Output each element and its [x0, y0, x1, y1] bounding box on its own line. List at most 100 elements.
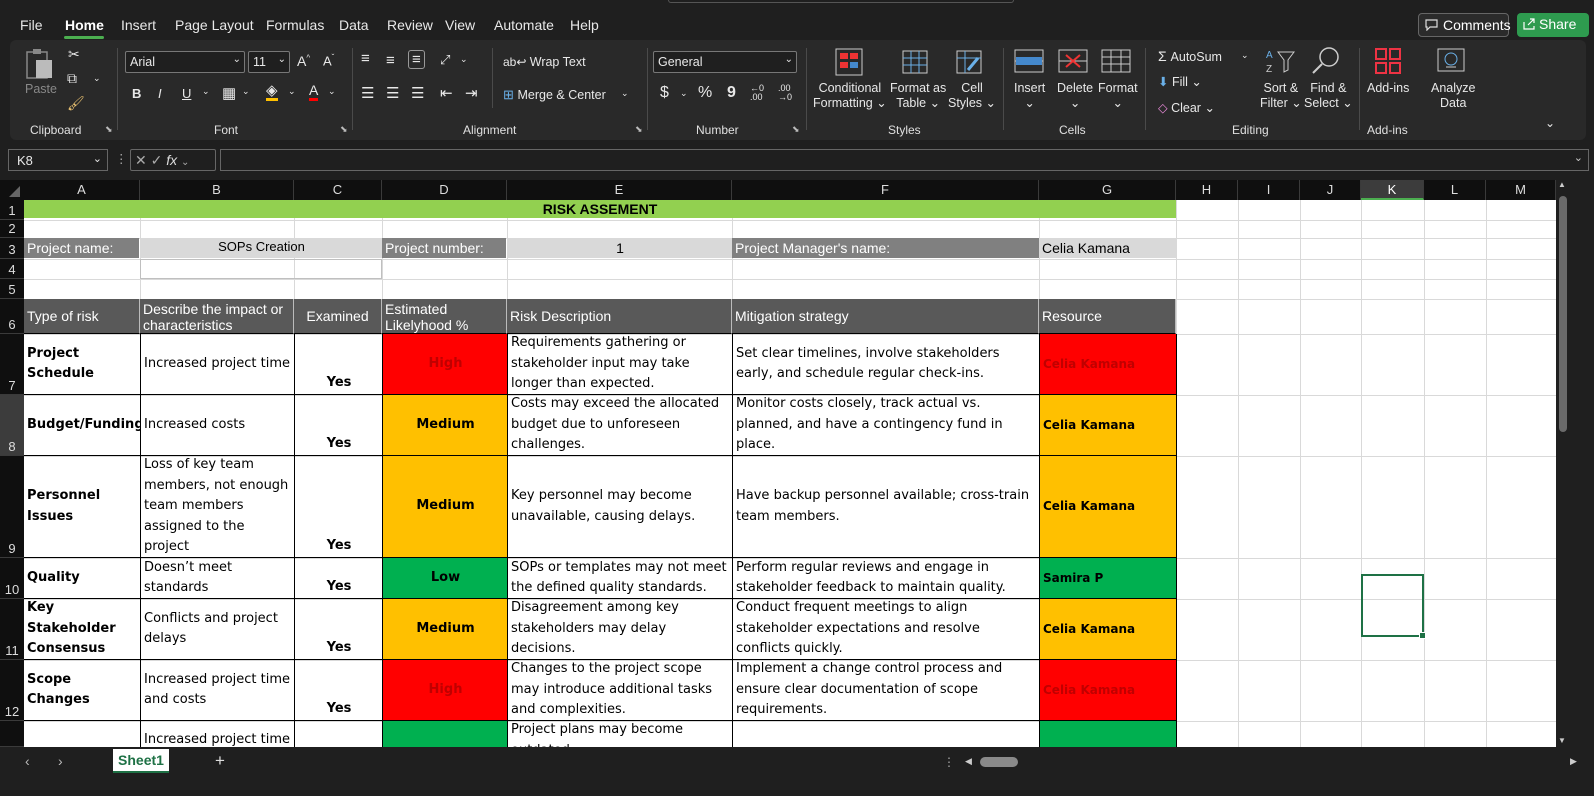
decrease-decimal-icon[interactable]: .00 →0 [778, 84, 792, 102]
project-number-label[interactable]: Project number: [382, 238, 506, 258]
clipboard-launcher-icon[interactable]: ⬊ [105, 124, 113, 135]
project-name-label[interactable]: Project name: [24, 238, 139, 258]
risk-examined-cell[interactable]: Yes [294, 660, 383, 721]
scroll-down-icon[interactable]: ▼ [1558, 736, 1566, 745]
risk-likelihood-cell[interactable]: High [382, 660, 508, 721]
risk-examined-cell[interactable]: Yes [294, 558, 383, 599]
risk-description-cell[interactable]: Changes to the project scope may introdu… [507, 660, 733, 721]
tab-file[interactable]: File [20, 17, 43, 33]
underline-icon[interactable]: U [182, 86, 191, 101]
column-header-b[interactable]: B [140, 180, 294, 200]
tab-review[interactable]: Review [387, 17, 433, 33]
column-header-m[interactable]: M [1486, 180, 1556, 200]
format-as-table-button[interactable]: Format as Table ⌄ [890, 81, 946, 111]
horizontal-scroll-thumb[interactable] [980, 757, 1018, 767]
column-header-k[interactable]: K [1361, 180, 1424, 200]
row-header-2[interactable]: 2 [0, 220, 24, 238]
scroll-left-icon[interactable]: ◀ [965, 756, 972, 767]
risk-resource-cell[interactable]: Celia Kamana [1039, 456, 1177, 558]
risk-impact-cell[interactable]: Loss of key team members, not enough tea… [140, 456, 295, 558]
risk-mitigation-cell[interactable]: Have backup personnel available; cross-t… [732, 456, 1040, 558]
number-launcher-icon[interactable]: ⬊ [792, 124, 800, 135]
cell-styles-button[interactable]: Cell Styles ⌄ [948, 81, 996, 111]
formula-input[interactable]: ⌄ [220, 149, 1589, 171]
autosum-button[interactable]: Σ AutoSum [1158, 48, 1222, 64]
header-type-of-risk[interactable]: Type of risk [24, 299, 140, 334]
percent-icon[interactable]: % [698, 84, 712, 102]
manager-value[interactable]: Celia Kamana [1039, 238, 1176, 258]
column-header-a[interactable]: A [24, 180, 140, 200]
comma-icon[interactable]: 9 [727, 84, 736, 102]
borders-icon[interactable]: ▦ [222, 84, 236, 102]
name-box[interactable]: K8 ⌄ [8, 149, 108, 171]
risk-mitigation-cell[interactable] [732, 721, 1040, 747]
find-select-button[interactable]: Find & Select ⌄ [1304, 81, 1353, 111]
risk-description-cell[interactable]: Project plans may become outdated [507, 721, 733, 747]
tab-data[interactable]: Data [339, 17, 369, 33]
risk-mitigation-cell[interactable]: Conduct frequent meetings to align stake… [732, 599, 1040, 660]
manager-label[interactable]: Project Manager's name: [732, 238, 1039, 258]
risk-examined-cell[interactable]: Yes [294, 395, 383, 456]
risk-examined-cell[interactable] [294, 721, 383, 747]
align-right-icon[interactable]: ☰ [411, 84, 424, 102]
chevron-down-icon[interactable]: ⌄ [328, 86, 336, 97]
risk-resource-cell[interactable]: Samira P [1039, 558, 1177, 599]
row-header-8[interactable]: 8 [0, 395, 24, 456]
format-painter-icon[interactable]: 🖌 [67, 95, 85, 112]
merge-center-button[interactable]: ⊞ Merge & Center [503, 87, 606, 103]
header-examined[interactable]: Examined [294, 299, 382, 334]
row-header-11[interactable]: 11 [0, 599, 24, 660]
tab-help[interactable]: Help [570, 17, 599, 33]
currency-icon[interactable]: $ [660, 84, 669, 102]
risk-mitigation-cell[interactable]: Monitor costs closely, track actual vs. … [732, 395, 1040, 456]
header-mitigation[interactable]: Mitigation strategy [732, 299, 1039, 334]
risk-impact-cell[interactable]: Increased project time [140, 721, 295, 747]
selected-cell-k8[interactable] [1361, 574, 1426, 639]
tab-home[interactable]: Home [65, 17, 104, 33]
risk-type-cell[interactable]: Budget/Funding [24, 395, 141, 456]
chevron-down-icon[interactable]: ⌄ [202, 86, 210, 97]
chevron-down-icon[interactable]: ⌄ [680, 88, 688, 99]
align-left-icon[interactable]: ☰ [361, 84, 374, 102]
tab-view[interactable]: View [445, 17, 475, 33]
collapse-ribbon-icon[interactable]: ⌄ [1545, 116, 1555, 130]
column-header-i[interactable]: I [1238, 180, 1300, 200]
conditional-formatting-button[interactable]: Conditional Formatting ⌄ [813, 81, 887, 111]
risk-resource-cell[interactable]: Celia Kamana [1039, 334, 1177, 395]
row-header-12[interactable]: 12 [0, 660, 24, 721]
row-header-5[interactable]: 5 [0, 279, 24, 299]
header-resource[interactable]: Resource [1039, 299, 1176, 334]
column-header-e[interactable]: E [507, 180, 732, 200]
delete-cells-button[interactable]: Delete ⌄ [1057, 81, 1093, 111]
row-header-10[interactable]: 10 [0, 558, 24, 599]
paste-button[interactable] [24, 48, 54, 80]
bold-icon[interactable]: B [132, 86, 141, 101]
column-header-c[interactable]: C [294, 180, 382, 200]
risk-resource-cell[interactable]: Celia Kamana [1039, 660, 1177, 721]
risk-likelihood-cell[interactable]: Medium [382, 456, 508, 558]
chevron-down-icon[interactable]: ⌄ [460, 54, 468, 65]
tab-insert[interactable]: Insert [121, 17, 156, 33]
sheet-tab-sheet1[interactable]: Sheet1 [113, 749, 169, 773]
chevron-down-icon[interactable]: ⌄ [181, 157, 189, 168]
risk-impact-cell[interactable]: Increased project time [140, 334, 295, 395]
comments-button[interactable]: Comments [1418, 13, 1511, 37]
row-header-1[interactable]: 1 [0, 200, 24, 220]
risk-type-cell[interactable]: Quality [24, 558, 141, 599]
increase-decimal-icon[interactable]: ←0.00 [750, 84, 764, 102]
risk-resource-cell[interactable]: Celia Kamana [1039, 395, 1177, 456]
fill-color-icon[interactable]: ◈ [266, 83, 278, 101]
clear-button[interactable]: ◇ Clear ⌄ [1158, 100, 1215, 115]
align-middle-icon[interactable]: ≡ [386, 52, 395, 69]
column-header-h[interactable]: H [1176, 180, 1238, 200]
risk-impact-cell[interactable]: Conflicts and project delays [140, 599, 295, 660]
row-header-4[interactable]: 4 [0, 259, 24, 279]
copy-dropdown-icon[interactable]: ⌄ [93, 73, 101, 84]
row-header-9[interactable]: 9 [0, 456, 24, 558]
cut-icon[interactable]: ✂ [68, 46, 80, 63]
analyze-data-button[interactable]: Analyze Data [1431, 81, 1475, 111]
column-header-d[interactable]: D [382, 180, 507, 200]
column-header-g[interactable]: G [1039, 180, 1176, 200]
decrease-indent-icon[interactable]: ⇤ [440, 84, 453, 102]
risk-type-cell[interactable]: Scope Changes [24, 660, 141, 721]
